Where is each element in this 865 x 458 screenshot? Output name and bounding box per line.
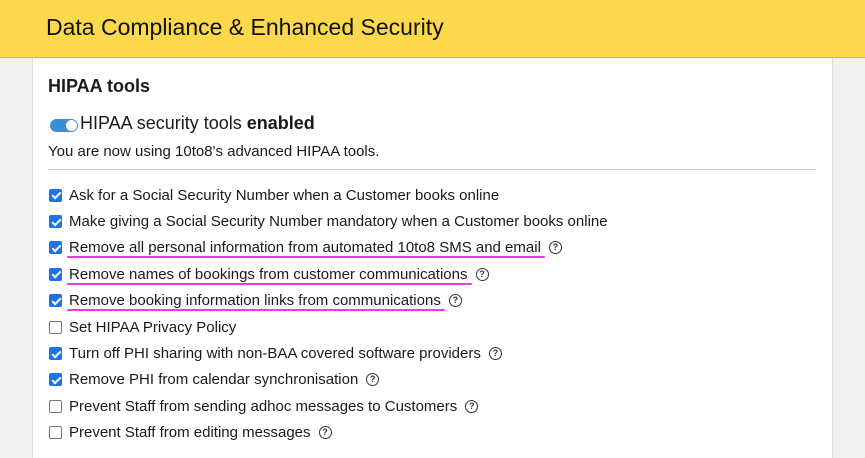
question-circle-icon[interactable]: ? — [448, 294, 462, 308]
option-row: Turn off PHI sharing with non-BAA covere… — [49, 340, 608, 366]
option-label[interactable]: Prevent Staff from editing messages — [69, 424, 311, 441]
toggle-state-label: enabled — [246, 113, 315, 133]
option-checkbox[interactable] — [49, 267, 62, 281]
question-circle-icon[interactable]: ? — [465, 399, 479, 413]
option-row: Remove PHI from calendar synchronisation… — [49, 367, 608, 393]
option-checkbox[interactable] — [49, 294, 62, 308]
option-row: Remove booking information links from co… — [49, 288, 608, 314]
option-label[interactable]: Remove PHI from calendar synchronisation — [69, 371, 358, 388]
toggle-knob — [66, 120, 77, 131]
question-circle-icon[interactable]: ? — [318, 426, 332, 440]
option-checkbox[interactable] — [49, 373, 62, 387]
highlight-underline — [67, 282, 472, 285]
option-label[interactable]: Ask for a Social Security Number when a … — [69, 187, 499, 204]
option-row: Remove names of bookings from customer c… — [49, 261, 608, 287]
option-row: Set HIPAA Privacy Policy — [49, 314, 608, 340]
page-title: Data Compliance & Enhanced Security — [46, 14, 444, 40]
option-label[interactable]: Remove booking information links from co… — [69, 292, 441, 309]
divider — [48, 169, 816, 170]
option-label[interactable]: Make giving a Social Security Number man… — [69, 213, 608, 230]
option-checkbox[interactable] — [49, 426, 62, 440]
page-header: Data Compliance & Enhanced Security — [0, 0, 865, 58]
option-label[interactable]: Set HIPAA Privacy Policy — [69, 319, 236, 336]
option-row: Prevent Staff from editing messages? — [49, 420, 608, 446]
question-circle-icon[interactable]: ? — [548, 241, 562, 255]
option-label[interactable]: Remove all personal information from aut… — [69, 239, 541, 256]
section-title: HIPAA tools — [48, 76, 150, 96]
option-checkbox[interactable] — [49, 320, 62, 334]
toggle-description: You are now using 10to8's advanced HIPAA… — [48, 143, 380, 160]
hipaa-options-list: Ask for a Social Security Number when a … — [49, 182, 608, 446]
option-checkbox[interactable] — [49, 399, 62, 413]
question-circle-icon[interactable]: ? — [366, 373, 380, 387]
highlight-underline — [67, 309, 445, 312]
question-circle-icon[interactable]: ? — [475, 267, 489, 281]
option-label[interactable]: Prevent Staff from sending adhoc message… — [69, 398, 457, 415]
hipaa-tools-panel: HIPAA tools HIPAA security tools enabled… — [32, 58, 833, 458]
option-row: Remove all personal information from aut… — [49, 235, 608, 261]
option-checkbox[interactable] — [49, 215, 62, 229]
option-checkbox[interactable] — [49, 241, 62, 255]
option-row: Ask for a Social Security Number when a … — [49, 182, 608, 208]
toggle-status-label: HIPAA security tools enabled — [80, 113, 315, 134]
option-checkbox[interactable] — [49, 188, 62, 202]
option-label[interactable]: Remove names of bookings from customer c… — [69, 266, 468, 283]
hipaa-toggle-switch[interactable] — [50, 119, 78, 132]
question-circle-icon[interactable]: ? — [488, 347, 502, 361]
highlight-underline — [67, 256, 545, 259]
option-row: Make giving a Social Security Number man… — [49, 208, 608, 234]
option-row: Prevent Staff from sending adhoc message… — [49, 393, 608, 419]
option-checkbox[interactable] — [49, 347, 62, 361]
toggle-label-prefix: HIPAA security tools — [80, 113, 242, 133]
option-label[interactable]: Turn off PHI sharing with non-BAA covere… — [69, 345, 481, 362]
